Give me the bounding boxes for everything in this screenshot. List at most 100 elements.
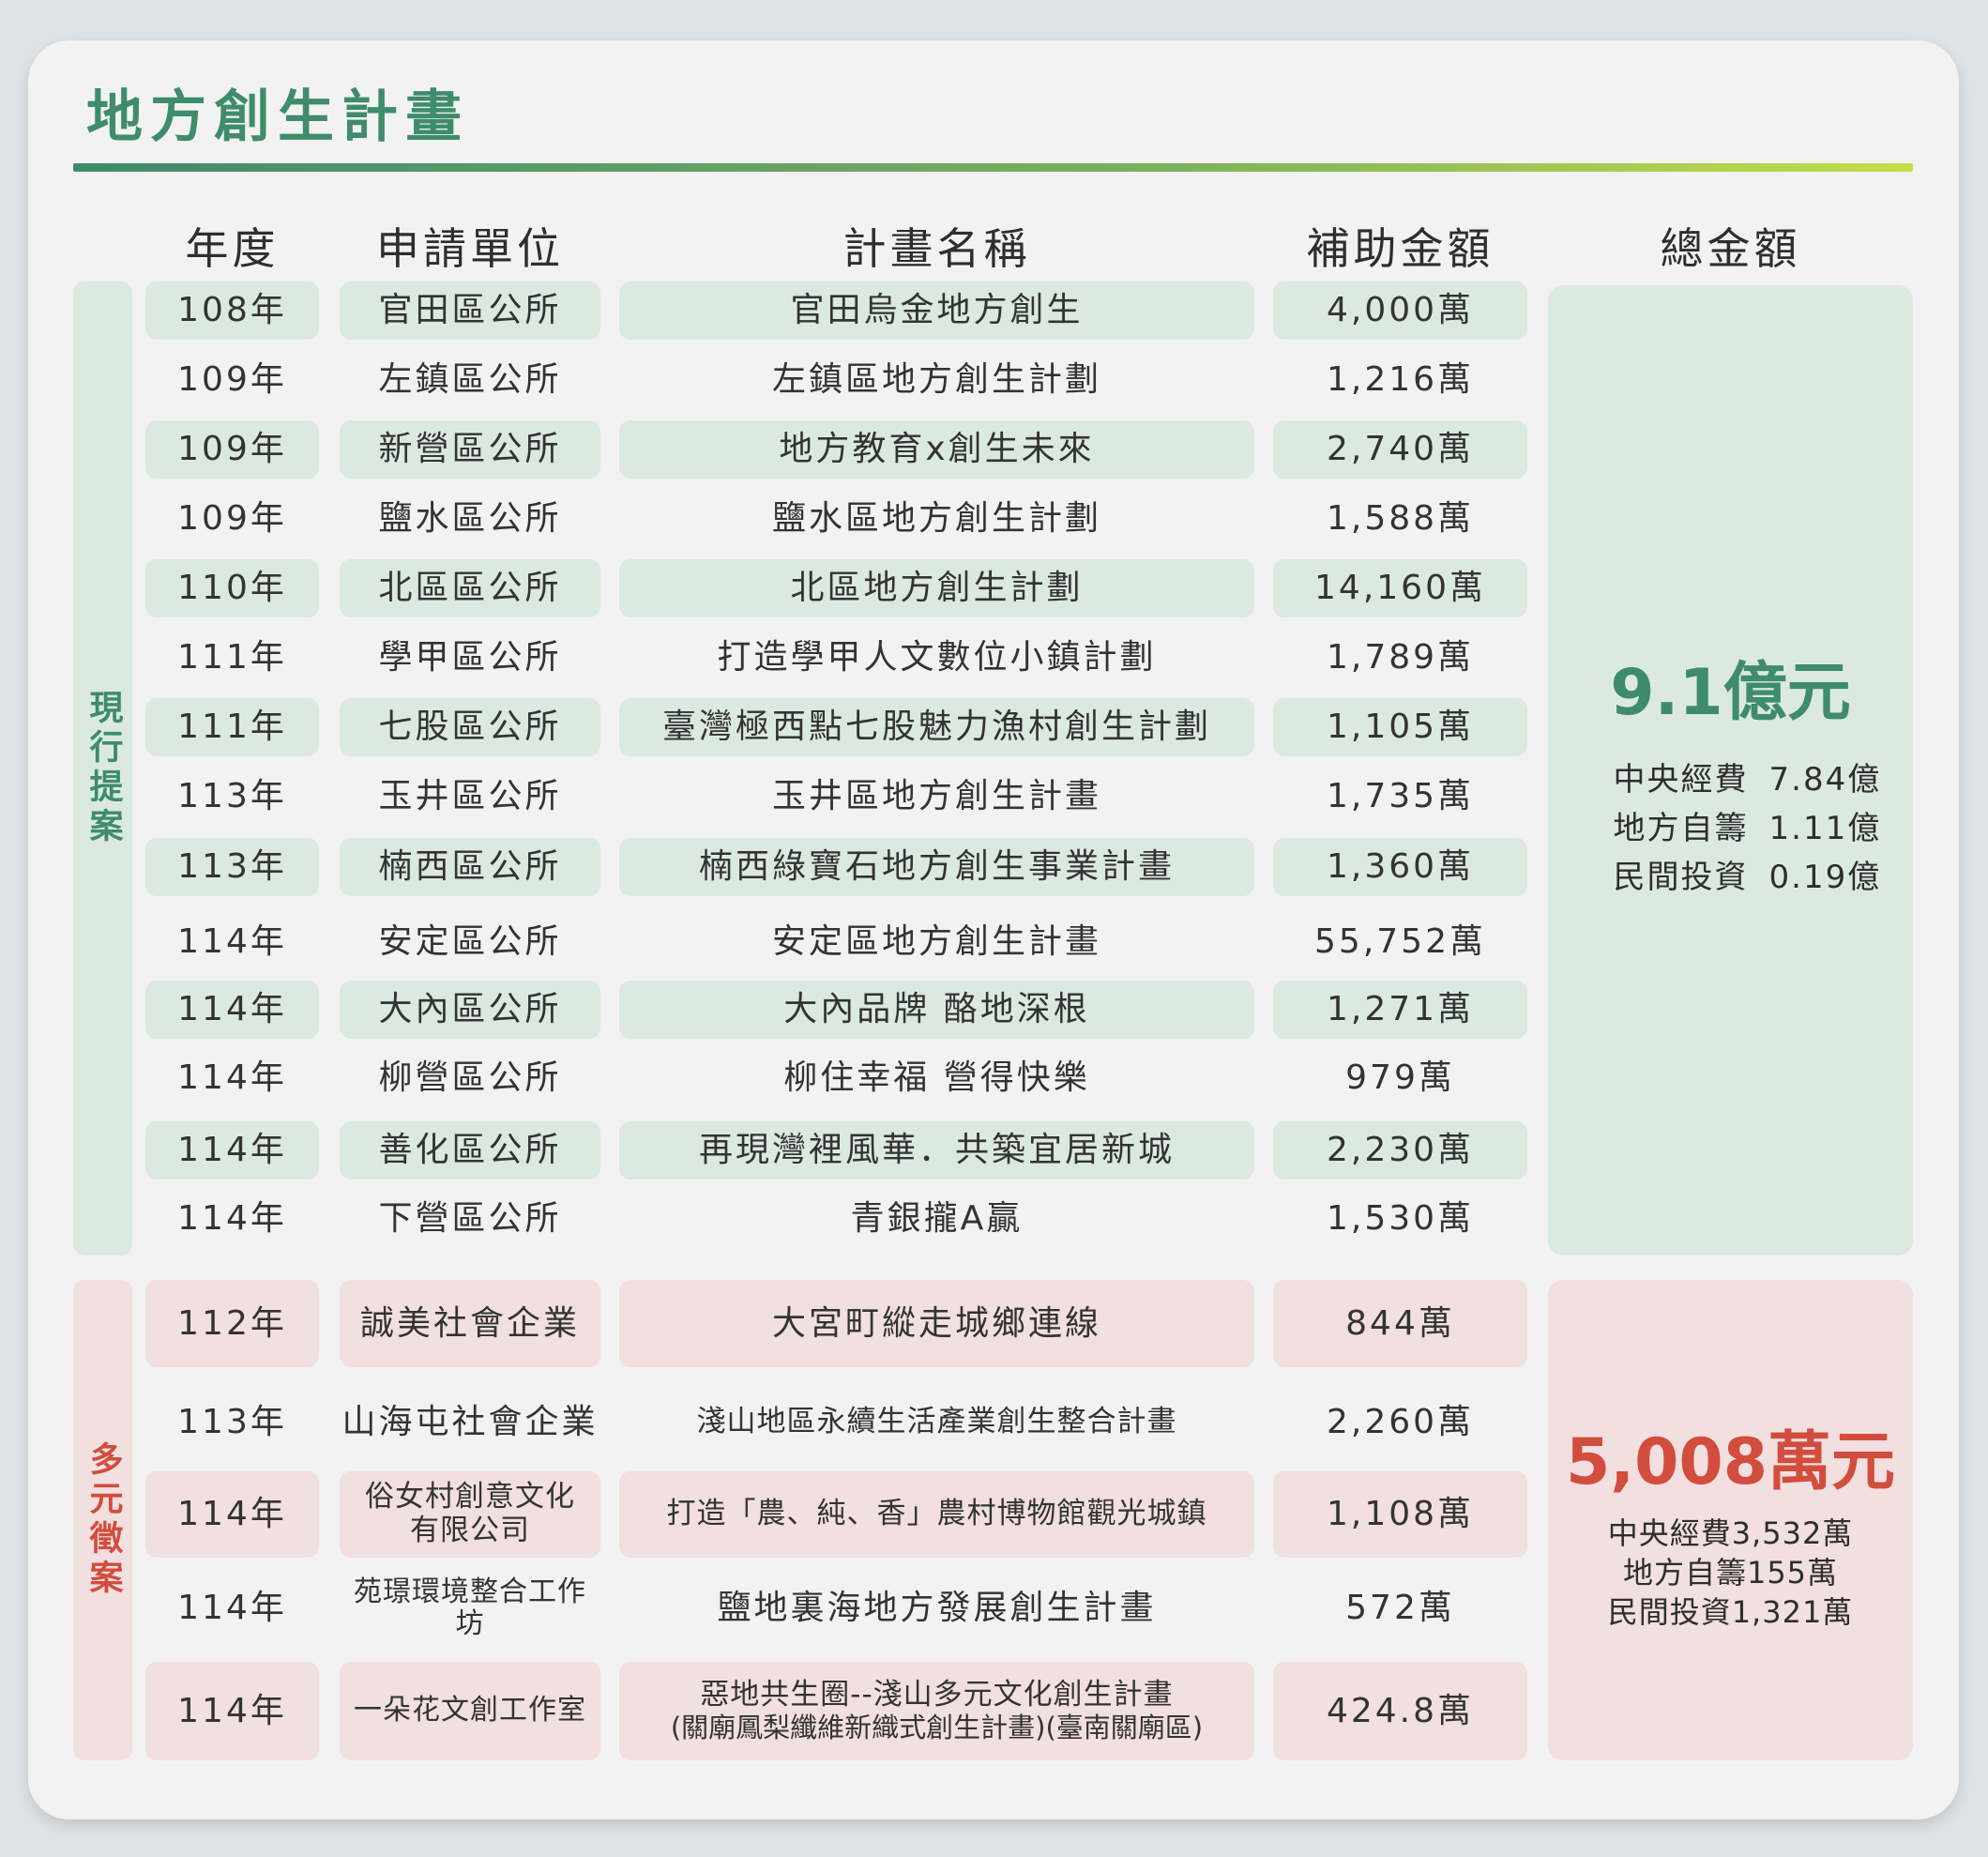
cell-year: 114年 (177, 1058, 287, 1098)
cell-year: 114年 (177, 1199, 287, 1239)
header-applicant: 申請單位 (376, 223, 564, 274)
breakdown-label: 民間投資 (1613, 858, 1749, 896)
cell-plan-name: 打造學甲人文數位小鎮計劃 (717, 638, 1157, 677)
cell-plan-name: 官田烏金地方創生 (619, 282, 1254, 340)
cell-subsidy: 424.8萬 (1273, 1662, 1527, 1760)
cell-plan-name: 青銀攏A贏 (850, 1199, 1024, 1239)
breakdown-line: 民間投資1,321萬 (1607, 1593, 1854, 1630)
total-amount-diverse: 5,008萬元 (1565, 1424, 1896, 1499)
cell-year: 114年 (145, 981, 319, 1039)
cell-applicant: 安定區公所 (378, 922, 562, 962)
group-label-current-text: 現行提案 (83, 690, 123, 847)
cell-applicant: 新營區公所 (340, 420, 600, 479)
cell-plan-name: 玉井區地方創生計畫 (771, 777, 1101, 816)
cell-year: 111年 (145, 698, 319, 756)
cell-subsidy: 2,260萬 (1326, 1403, 1475, 1442)
header-plan-name: 計畫名稱 (842, 223, 1031, 274)
cell-year: 113年 (177, 777, 287, 816)
cell-applicant: 一朵花文創工作室 (340, 1662, 600, 1760)
cell-year: 113年 (177, 1403, 287, 1442)
cell-plan-name: 地方教育x創生未來 (619, 420, 1254, 479)
cell-plan-name: 大內品牌 酪地深根 (619, 981, 1254, 1039)
cell-subsidy: 1,105萬 (1273, 698, 1527, 756)
cell-applicant: 善化區公所 (340, 1121, 600, 1180)
cell-subsidy: 4,000萬 (1273, 282, 1527, 340)
cell-applicant: 苑璟環境整合工作坊 (354, 1575, 586, 1640)
cell-applicant: 七股區公所 (340, 698, 600, 756)
cell-subsidy: 1,108萬 (1273, 1471, 1527, 1558)
cell-applicant: 誠美社會企業 (340, 1280, 600, 1367)
cell-year: 113年 (145, 838, 319, 896)
cell-subsidy: 1,530萬 (1326, 1199, 1475, 1239)
total-panel-current: 9.1億元 中央經費 7.84億 地方自籌 1.11億 民間投資 0.19億 (1548, 285, 1913, 1256)
cell-plan-name: 北區地方創生計劃 (619, 559, 1254, 617)
cell-plan-name: 安定區地方創生計畫 (771, 922, 1101, 962)
cell-year: 111年 (177, 638, 287, 677)
breakdown-label: 中央經費 (1613, 760, 1749, 799)
group-label-diverse-text: 多元徵案 (83, 1441, 123, 1599)
cell-year: 114年 (145, 1662, 319, 1760)
cell-applicant: 楠西區公所 (340, 838, 600, 896)
page-title: 地方創生計畫 (86, 84, 469, 150)
cell-year: 112年 (145, 1280, 319, 1367)
header-subsidy: 補助金額 (1306, 223, 1495, 274)
cell-plan-name: 大宮町縱走城鄉連線 (619, 1280, 1254, 1367)
breakdown-line: 中央經費3,532萬 (1607, 1515, 1854, 1551)
group-label-current: 現行提案 (73, 282, 132, 1256)
cell-subsidy: 1,789萬 (1326, 638, 1475, 677)
cell-subsidy: 979萬 (1345, 1058, 1455, 1098)
cell-plan-name-line2: (關廟鳳梨纖維新織式創生計畫)(臺南關廟區) (670, 1711, 1204, 1743)
title-underline (73, 163, 1913, 172)
breakdown-value: 7.84億 (1768, 760, 1882, 799)
cell-plan-name-line1: 惡地共生圈--淺山多元文化創生計畫 (700, 1678, 1174, 1712)
cell-plan-name: 鹽水區地方創生計劃 (771, 499, 1101, 539)
cell-applicant: 下營區公所 (378, 1199, 562, 1239)
cell-applicant: 鹽水區公所 (378, 499, 562, 539)
cell-year: 114年 (145, 1121, 319, 1180)
cell-year: 109年 (145, 420, 319, 479)
header-year: 年度 (185, 223, 280, 274)
cell-applicant-line1: 俗女村創意文化 (365, 1480, 575, 1515)
cell-plan-name: 淺山地區永續生活產業創生整合計畫 (696, 1405, 1177, 1439)
cell-subsidy: 844萬 (1273, 1280, 1527, 1367)
breakdown-row: 民間投資 0.19億 (1580, 853, 1882, 902)
cell-subsidy: 1,735萬 (1326, 777, 1475, 816)
cell-subsidy: 14,160萬 (1273, 559, 1527, 617)
cell-plan-name: 打造「農、純、香」農村博物館觀光城鎮 (619, 1471, 1254, 1558)
cell-subsidy: 1,271萬 (1273, 981, 1527, 1039)
cell-subsidy: 55,752萬 (1314, 922, 1486, 962)
cell-applicant: 柳營區公所 (378, 1058, 562, 1098)
breakdown-row: 中央經費 7.84億 (1580, 755, 1882, 804)
cell-applicant: 玉井區公所 (378, 777, 562, 816)
cell-year: 114年 (177, 922, 287, 962)
total-panel-diverse: 5,008萬元 中央經費3,532萬 地方自籌155萬 民間投資1,321萬 (1548, 1280, 1913, 1760)
cell-applicant: 俗女村創意文化 有限公司 (340, 1471, 600, 1558)
breakdown-label: 地方自籌 (1613, 809, 1749, 847)
cell-year: 114年 (145, 1471, 319, 1558)
cell-plan-name: 再現灣裡風華．共築宜居新城 (619, 1121, 1254, 1180)
cell-applicant: 大內區公所 (340, 981, 600, 1039)
breakdown-value: 1.11億 (1768, 809, 1882, 847)
cell-subsidy: 1,216萬 (1326, 360, 1475, 400)
group-label-diverse: 多元徵案 (73, 1280, 132, 1760)
header-total: 總金額 (1660, 223, 1801, 274)
cell-subsidy: 572萬 (1345, 1589, 1455, 1628)
cell-applicant: 山海屯社會企業 (341, 1403, 599, 1442)
cell-plan-name: 鹽地裏海地方發展創生計畫 (717, 1589, 1157, 1628)
cell-applicant-line2: 有限公司 (410, 1514, 530, 1547)
cell-year: 109年 (177, 360, 287, 400)
cell-plan-name: 惡地共生圈--淺山多元文化創生計畫 (關廟鳳梨纖維新織式創生計畫)(臺南關廟區) (619, 1662, 1254, 1760)
cell-subsidy: 1,588萬 (1326, 499, 1475, 539)
total-amount-current: 9.1億元 (1610, 655, 1851, 730)
cell-plan-name: 左鎮區地方創生計劃 (771, 360, 1101, 400)
cell-applicant: 北區區公所 (340, 559, 600, 617)
cell-plan-name: 臺灣極西點七股魅力漁村創生計劃 (619, 698, 1254, 756)
cell-subsidy: 2,230萬 (1273, 1121, 1527, 1180)
cell-subsidy: 1,360萬 (1273, 838, 1527, 896)
breakdown-line: 地方自籌155萬 (1622, 1554, 1839, 1591)
cell-applicant: 學甲區公所 (378, 638, 562, 677)
cell-plan-name: 楠西綠寶石地方創生事業計畫 (619, 838, 1254, 896)
breakdown-value: 0.19億 (1768, 858, 1882, 896)
cell-year: 109年 (177, 499, 287, 539)
cell-applicant: 左鎮區公所 (378, 360, 562, 400)
